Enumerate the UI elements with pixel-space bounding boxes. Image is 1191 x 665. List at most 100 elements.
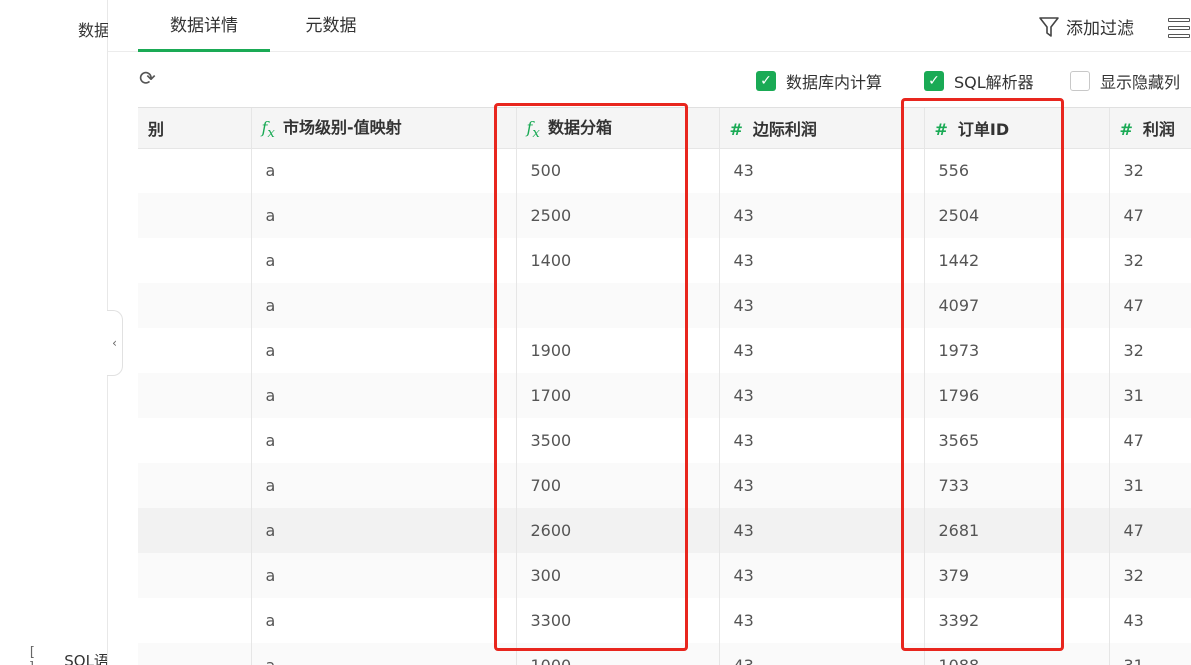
add-filter-button[interactable]: 添加过滤 bbox=[1038, 14, 1134, 39]
table-cell: 47 bbox=[1109, 283, 1191, 328]
table-row[interactable]: a 1700 43 1796 31 bbox=[138, 373, 1191, 418]
table-cell: 47 bbox=[1109, 418, 1191, 463]
table-cell: 43 bbox=[719, 643, 925, 665]
table-cell: 43 bbox=[719, 328, 925, 373]
in-db-compute-checkbox[interactable]: ✓ 数据库内计算 bbox=[756, 69, 916, 93]
table-cell: a bbox=[251, 193, 517, 238]
table-cell: 43 bbox=[719, 508, 925, 553]
table-cell: 379 bbox=[924, 553, 1110, 598]
column-header[interactable]: # 订单ID bbox=[924, 108, 1110, 149]
table-row[interactable]: a100043108831 bbox=[138, 643, 1191, 665]
table-cell: 31 bbox=[1109, 373, 1191, 418]
table-header-row: 别 fx 市场级别-值映射 fx 数据分箱 # 边际利润 # 订单ID # 利润 bbox=[138, 108, 1191, 149]
table-cell bbox=[138, 238, 252, 283]
table-cell: a bbox=[251, 553, 517, 598]
sql-parser-checkbox[interactable]: ✓ SQL解析器 bbox=[924, 69, 1064, 93]
list-icon[interactable] bbox=[1168, 18, 1190, 38]
table-cell: a bbox=[251, 508, 517, 553]
table-cell bbox=[138, 643, 252, 665]
table-cell: 32 bbox=[1109, 328, 1191, 373]
table-cell: a bbox=[251, 373, 517, 418]
table-cell: a bbox=[251, 463, 517, 508]
table-cell: 3565 bbox=[924, 418, 1110, 463]
table-cell: a bbox=[251, 283, 517, 328]
in-db-compute-label: 数据库内计算 bbox=[786, 73, 883, 92]
table-cell: 556 bbox=[924, 148, 1110, 193]
table-row[interactable]: a 1900 43 1973 32 bbox=[138, 328, 1191, 373]
table-cell bbox=[138, 148, 252, 193]
column-header[interactable]: # 边际利润 bbox=[719, 108, 925, 149]
table-cell: 1088 bbox=[924, 643, 1110, 665]
table-cell: 700 bbox=[516, 463, 720, 508]
table-cell: 2504 bbox=[924, 193, 1110, 238]
table-cell: 3500 bbox=[516, 418, 720, 463]
table-row[interactable]: a 3500 43 3565 47 bbox=[138, 418, 1191, 463]
fx-icon: fx bbox=[526, 118, 540, 142]
table-cell: a bbox=[251, 148, 517, 193]
table-row[interactable]: a 1400 43 1442 32 bbox=[138, 238, 1191, 283]
table-row[interactable]: a 500 43 556 32 bbox=[138, 148, 1191, 193]
table-row[interactable]: a 700 43 733 31 bbox=[138, 463, 1191, 508]
table-cell: 2500 bbox=[516, 193, 720, 238]
table-cell: 43 bbox=[719, 283, 925, 328]
table-cell: 1796 bbox=[924, 373, 1110, 418]
table-cell bbox=[138, 553, 252, 598]
table-cell: 43 bbox=[719, 193, 925, 238]
table-cell bbox=[138, 193, 252, 238]
table-cell: 2681 bbox=[924, 508, 1110, 553]
fx-icon: fx bbox=[261, 118, 275, 142]
table-cell: 31 bbox=[1109, 463, 1191, 508]
checkbox-checked-icon: ✓ bbox=[756, 71, 776, 91]
left-panel: 数据 [ ] SQL语 bbox=[0, 0, 108, 665]
table-cell: 43 bbox=[719, 238, 925, 283]
sql-label: SQL语 bbox=[64, 651, 107, 665]
table-cell bbox=[138, 598, 252, 643]
sql-editor-link[interactable]: [ ] SQL语 bbox=[28, 645, 107, 665]
table-row[interactable]: a 2600 43 2681 47 bbox=[138, 508, 1191, 553]
table-cell: a bbox=[251, 238, 517, 283]
refresh-icon[interactable]: ⟳ bbox=[139, 66, 156, 90]
expand-icon: [ ] bbox=[28, 645, 38, 665]
show-hidden-columns-checkbox[interactable]: 显示隐藏列 bbox=[1070, 69, 1191, 93]
table-cell: 500 bbox=[516, 148, 720, 193]
sql-parser-label: SQL解析器 bbox=[954, 73, 1034, 92]
table-cell: 43 bbox=[719, 148, 925, 193]
table-row[interactable]: a 300 43 379 32 bbox=[138, 553, 1191, 598]
table-cell bbox=[138, 418, 252, 463]
table-cell: 1400 bbox=[516, 238, 720, 283]
filter-icon bbox=[1039, 16, 1059, 37]
table-cell: 1000 bbox=[516, 643, 720, 665]
table-cell: 43 bbox=[719, 373, 925, 418]
table-cell: 32 bbox=[1109, 553, 1191, 598]
table-cell bbox=[138, 508, 252, 553]
table-cell: 31 bbox=[1109, 643, 1191, 665]
table-cell: 1973 bbox=[924, 328, 1110, 373]
column-header[interactable]: 别 bbox=[138, 108, 252, 149]
data-table-container[interactable]: 别 fx 市场级别-值映射 fx 数据分箱 # 边际利润 # 订单ID # 利润 a 500… bbox=[138, 107, 1191, 665]
table-cell: 43 bbox=[1109, 598, 1191, 643]
table-cell bbox=[516, 283, 720, 328]
table-cell: a bbox=[251, 328, 517, 373]
left-panel-title: 数据 bbox=[78, 21, 108, 40]
table-row[interactable]: a 2500 43 2504 47 bbox=[138, 193, 1191, 238]
table-row[interactable]: a 43 4097 47 bbox=[138, 283, 1191, 328]
table-cell bbox=[138, 373, 252, 418]
table-cell: 4097 bbox=[924, 283, 1110, 328]
table-cell: 47 bbox=[1109, 508, 1191, 553]
column-header[interactable]: fx 市场级别-值映射 bbox=[251, 108, 517, 149]
table-row[interactable]: a 3300 43 3392 43 bbox=[138, 598, 1191, 643]
table-cell: 1900 bbox=[516, 328, 720, 373]
column-header[interactable]: # 利润 bbox=[1109, 108, 1191, 149]
table-cell: 1442 bbox=[924, 238, 1110, 283]
table-cell: a bbox=[251, 598, 517, 643]
tab-metadata[interactable]: 元数据 bbox=[286, 0, 376, 52]
collapse-panel-handle[interactable]: ‹ bbox=[107, 310, 123, 376]
column-header[interactable]: fx 数据分箱 bbox=[516, 108, 720, 149]
table-cell: 43 bbox=[719, 598, 925, 643]
number-type-icon: # bbox=[729, 119, 743, 139]
number-type-icon: # bbox=[934, 119, 948, 139]
table-cell: a bbox=[251, 418, 517, 463]
table-cell: 32 bbox=[1109, 238, 1191, 283]
tab-data-detail[interactable]: 数据详情 bbox=[138, 0, 270, 52]
table-cell: 3300 bbox=[516, 598, 720, 643]
